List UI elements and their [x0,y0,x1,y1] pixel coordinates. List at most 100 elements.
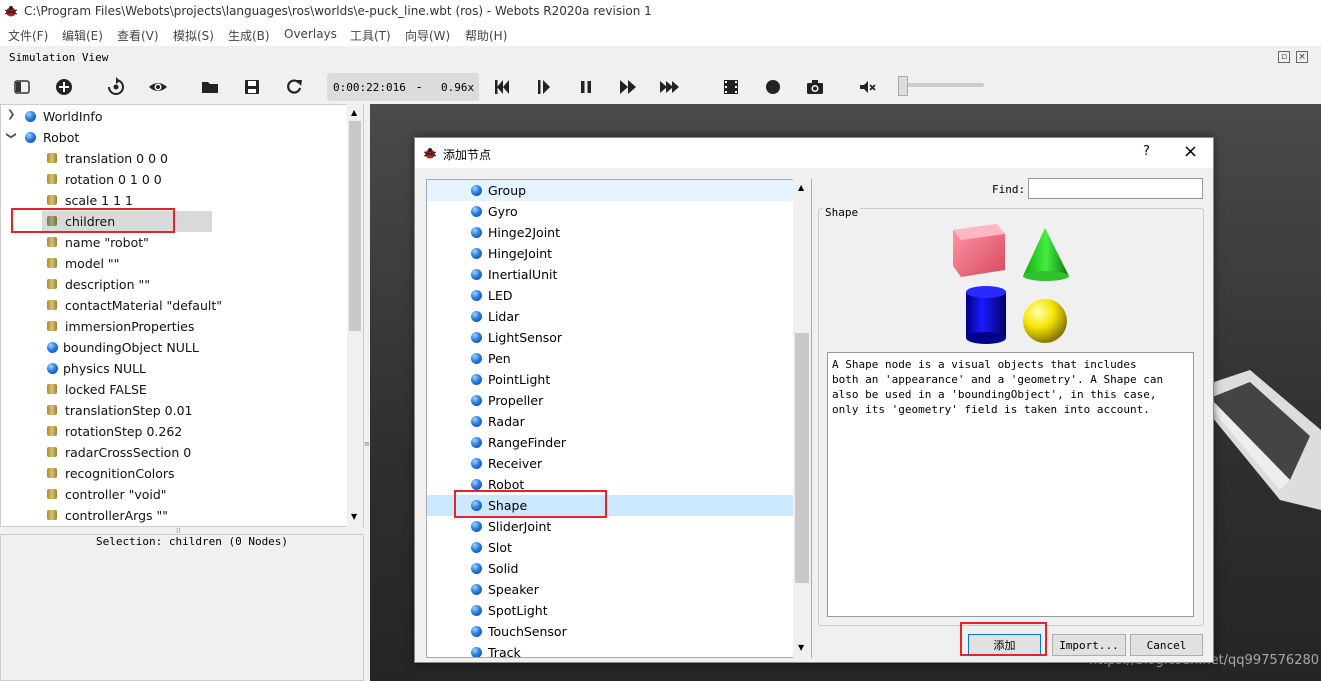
tree-row[interactable]: controller "void" [1,484,349,505]
node-list-item[interactable]: SliderJoint [427,516,794,537]
fastest-icon[interactable] [658,76,682,98]
reset-viewpoint-icon[interactable] [104,76,128,98]
tree-row[interactable]: recognitionColors [1,463,349,484]
node-list-item[interactable]: HingeJoint [427,243,794,264]
node-icon [25,111,36,122]
scroll-up-icon[interactable]: ▲ [351,108,357,117]
tree-row[interactable]: ❯ WorldInfo [1,106,349,127]
tree-row[interactable]: ❮ Robot [1,127,349,148]
vertical-splitter-icon[interactable]: ≡ [364,440,370,448]
node-list-item[interactable]: Speaker [427,579,794,600]
tree-row[interactable]: model "" [1,253,349,274]
volume-slider-track[interactable] [898,83,984,87]
node-icon [471,542,482,553]
tree-row[interactable]: name "robot" [1,232,349,253]
add-button-highlight [960,622,1047,656]
node-list-item[interactable]: Lidar [427,306,794,327]
scroll-down-icon[interactable]: ▼ [798,643,804,652]
collapse-arrow-icon[interactable]: ❮ [6,131,17,139]
node-list[interactable]: Group Gyro Hinge2Joint HingeJoint InertialUn… [426,179,812,658]
pause-icon[interactable] [574,76,598,98]
field-editor-panel: Selection: children (0 Nodes) [0,534,364,681]
scroll-up-icon[interactable]: ▲ [798,183,804,192]
tree-row[interactable]: translationStep 0.01 [1,400,349,421]
node-list-item[interactable]: Receiver [427,453,794,474]
tree-row-label: boundingObject NULL [63,340,199,355]
reload-world-icon[interactable] [282,76,306,98]
volume-slider-handle[interactable] [898,76,908,96]
node-icon [25,132,36,143]
add-node-icon[interactable] [52,76,76,98]
tree-row[interactable]: description "" [1,274,349,295]
add-node-dialog: 添加节点 ? × Group Gyro Hinge2Joint HingeJoint I… [414,137,1214,663]
expand-arrow-icon[interactable]: ❯ [7,109,15,120]
close-icon[interactable]: × [1183,141,1198,162]
field-icon [47,447,57,457]
find-input[interactable] [1028,178,1203,199]
node-icon [47,363,58,374]
restore-icon[interactable]: ▫ [1278,51,1290,63]
menu-tools[interactable]: 工具(T) [350,27,391,44]
tree-row[interactable]: translation 0 0 0 [1,148,349,169]
camera-icon[interactable] [803,76,827,98]
reset-simulation-icon[interactable] [490,76,514,98]
menu-overlays[interactable]: Overlays [284,27,337,41]
record-icon[interactable] [761,76,785,98]
node-list-item[interactable]: Track [427,642,794,657]
fast-forward-icon[interactable] [616,76,640,98]
close-icon[interactable]: × [1296,51,1308,63]
step-icon[interactable] [532,76,556,98]
node-list-item[interactable]: RangeFinder [427,432,794,453]
node-icon [471,647,482,657]
node-list-item[interactable]: PointLight [427,369,794,390]
tree-row[interactable]: physics NULL [1,358,349,379]
toggle-scene-tree-icon[interactable] [10,76,34,98]
node-list-item[interactable]: Propeller [427,390,794,411]
field-icon [47,468,57,478]
node-list-item[interactable]: Solid [427,558,794,579]
menu-help[interactable]: 帮助(H) [465,27,507,44]
menu-wizards[interactable]: 向导(W) [405,27,450,44]
node-list-item[interactable]: Radar [427,411,794,432]
node-icon [471,206,482,217]
save-world-icon[interactable] [240,76,264,98]
menu-edit[interactable]: 编辑(E) [62,27,103,44]
tree-row[interactable]: controllerArgs "" [1,505,349,526]
node-list-item[interactable]: TouchSensor [427,621,794,642]
mute-icon[interactable] [855,76,879,98]
node-list-item[interactable]: SpotLight [427,600,794,621]
menu-simulation[interactable]: 模拟(S) [173,27,214,44]
node-icon [471,521,482,532]
tree-row[interactable]: boundingObject NULL [1,337,349,358]
movie-icon[interactable] [719,76,743,98]
node-list-item[interactable]: LightSensor [427,327,794,348]
node-list-item[interactable]: Hinge2Joint [427,222,794,243]
import-button[interactable]: Import... [1052,634,1126,656]
node-list-item[interactable]: Group [427,180,794,201]
open-world-icon[interactable] [198,76,222,98]
node-list-item[interactable]: Gyro [427,201,794,222]
node-list-item[interactable]: LED [427,285,794,306]
node-list-scroll-thumb[interactable] [795,333,809,583]
tree-row[interactable]: rotation 0 1 0 0 [1,169,349,190]
scene-tree[interactable]: ❯ WorldInfo ❮ Robot translation 0 0 0 rotatio… [0,104,364,527]
node-list-item[interactable]: InertialUnit [427,264,794,285]
tree-row[interactable]: radarCrossSection 0 [1,442,349,463]
scene-tree-scroll-thumb[interactable] [349,121,361,331]
node-list-item[interactable]: Pen [427,348,794,369]
tree-row[interactable]: immersionProperties [1,316,349,337]
node-list-item[interactable]: Slot [427,537,794,558]
menu-view[interactable]: 查看(V) [117,27,159,44]
tree-row[interactable]: rotationStep 0.262 [1,421,349,442]
cancel-button[interactable]: Cancel [1130,634,1203,656]
scroll-down-icon[interactable]: ▼ [351,512,357,521]
node-list-item-label: LightSensor [488,330,563,345]
node-icon [471,437,482,448]
menu-file[interactable]: 文件(F) [8,27,48,44]
tree-row[interactable]: locked FALSE [1,379,349,400]
help-button[interactable]: ? [1143,144,1150,159]
eye-icon[interactable] [146,76,170,98]
tree-row[interactable]: contactMaterial "default" [1,295,349,316]
menu-build[interactable]: 生成(B) [228,27,270,44]
node-list-item-label: Gyro [488,204,518,219]
